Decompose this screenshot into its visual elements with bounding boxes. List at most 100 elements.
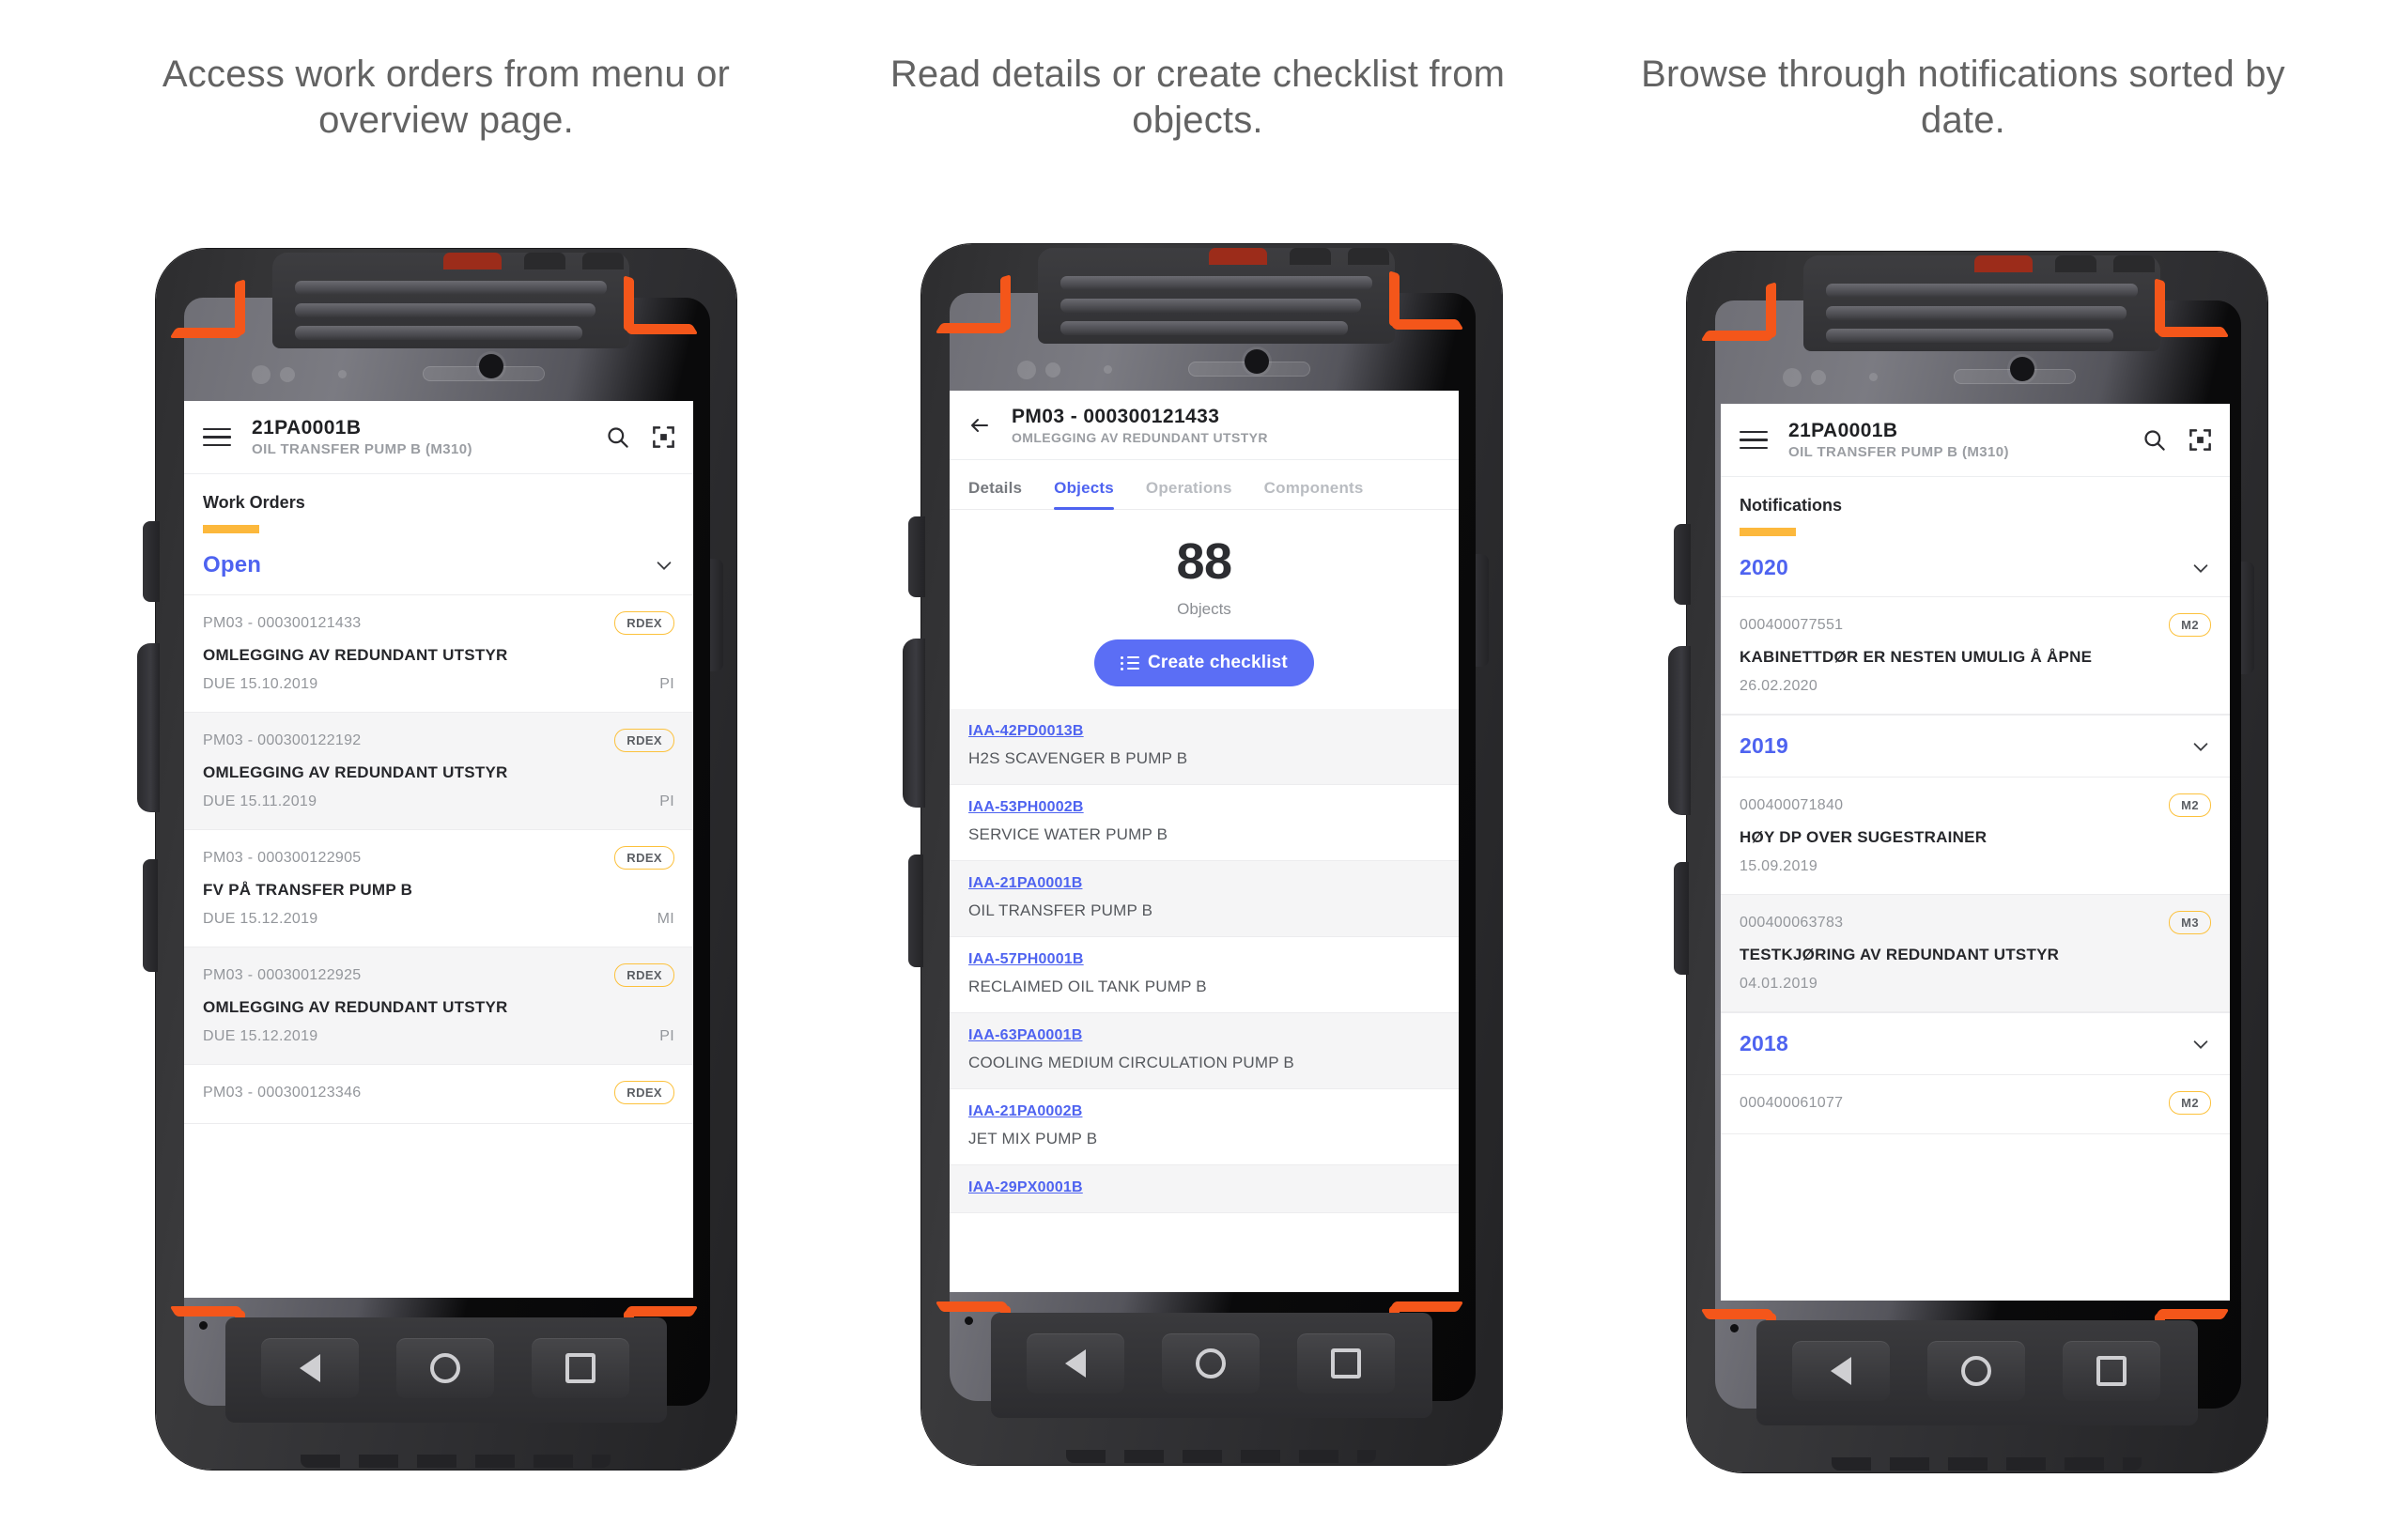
object-id-link[interactable]: IAA-21PA0002B	[968, 1103, 1440, 1120]
top-button-3[interactable]	[582, 253, 624, 270]
scan-icon[interactable]	[651, 424, 676, 450]
object-id-link[interactable]: IAA-53PH0002B	[968, 799, 1440, 816]
app-bar: PM03 - 000300121433 OMLEGGING AV REDUNDA…	[950, 391, 1459, 460]
notification-row[interactable]: 000400077551 M2 KABINETTDØR ER NESTEN UM…	[1721, 597, 2230, 715]
nav-home-button[interactable]	[1927, 1341, 2025, 1401]
orange-accent-top-right	[1369, 269, 1464, 342]
top-button-2[interactable]	[524, 253, 565, 270]
top-button-3[interactable]	[2113, 255, 2155, 272]
work-order-id: PM03 - 000300121433	[203, 614, 362, 631]
nav-recent-button[interactable]	[1297, 1333, 1395, 1394]
top-button-red[interactable]	[1974, 255, 2033, 272]
table-row[interactable]: PM03 - 000300121433 RDEX OMLEGGING AV RE…	[184, 595, 693, 713]
side-button-top[interactable]	[908, 516, 925, 597]
phone-top-cap	[272, 253, 629, 348]
search-icon[interactable]	[2142, 427, 2167, 453]
table-row[interactable]: PM03 - 000300122192 RDEX OMLEGGING AV RE…	[184, 713, 693, 830]
list-item[interactable]: IAA-53PH0002B SERVICE WATER PUMP B	[950, 785, 1459, 861]
scan-icon[interactable]	[2188, 427, 2213, 453]
create-checklist-button[interactable]: Create checklist	[1094, 639, 1314, 686]
object-id-link[interactable]: IAA-57PH0001B	[968, 951, 1440, 968]
chevron-down-icon[interactable]	[2190, 736, 2211, 757]
side-button-middle[interactable]	[137, 643, 160, 812]
year-group-2020[interactable]: 2020	[1721, 536, 2230, 597]
list-item[interactable]: IAA-29PX0001B	[950, 1165, 1459, 1213]
front-camera	[2010, 357, 2034, 381]
list-item[interactable]: IAA-21PA0002B JET MIX PUMP B	[950, 1089, 1459, 1165]
list-item[interactable]: IAA-57PH0001B RECLAIMED OIL TANK PUMP B	[950, 937, 1459, 1013]
page-subtitle: OMLEGGING AV REDUNDANT UTSTYR	[1012, 429, 1268, 445]
year-group-2019[interactable]: 2019	[1721, 715, 2230, 778]
side-button-middle[interactable]	[903, 639, 925, 808]
top-button-3[interactable]	[1348, 248, 1389, 265]
side-button-right[interactable]	[708, 559, 723, 671]
object-id-link[interactable]: IAA-29PX0001B	[968, 1179, 1440, 1196]
top-button-red[interactable]	[1209, 248, 1267, 265]
tab-operations[interactable]: Operations	[1146, 479, 1232, 509]
chevron-down-icon[interactable]	[2190, 558, 2211, 578]
object-id-link[interactable]: IAA-63PA0001B	[968, 1027, 1440, 1044]
tab-details[interactable]: Details	[968, 479, 1022, 509]
table-row[interactable]: PM03 - 000300122905 RDEX FV PÅ TRANSFER …	[184, 830, 693, 947]
recent-square-icon	[565, 1353, 596, 1383]
row-bottom: DUE 15.10.2019 PI	[203, 676, 674, 693]
table-row[interactable]: PM03 - 000300123346 RDEX	[184, 1065, 693, 1124]
tab-objects[interactable]: Objects	[1054, 479, 1114, 510]
nav-home-button[interactable]	[1162, 1333, 1260, 1394]
shell-ridge	[1826, 284, 2138, 298]
nav-recent-button[interactable]	[2063, 1341, 2160, 1401]
chevron-down-icon[interactable]	[654, 555, 674, 576]
shell-ridge	[1826, 306, 2127, 320]
app-bar-actions	[2142, 427, 2213, 453]
list-item[interactable]: IAA-42PD0013B H2S SCAVENGER B PUMP B	[950, 709, 1459, 785]
top-button-red[interactable]	[443, 253, 502, 270]
table-row[interactable]: PM03 - 000300122925 RDEX OMLEGGING AV RE…	[184, 947, 693, 1065]
search-icon[interactable]	[605, 424, 630, 450]
side-button-middle[interactable]	[1668, 646, 1691, 815]
nav-back-button[interactable]	[261, 1338, 359, 1398]
side-button-right[interactable]	[2239, 562, 2254, 674]
top-button-2[interactable]	[2055, 255, 2096, 272]
row-bottom: 26.02.2020	[1740, 678, 2211, 695]
notification-row[interactable]: 000400071840 M2 HØY DP OVER SUGESTRAINER…	[1721, 778, 2230, 895]
work-order-id: PM03 - 000300122905	[203, 849, 362, 866]
section-header: Work Orders	[184, 474, 693, 533]
notification-row[interactable]: 000400061077 M2	[1721, 1075, 2230, 1134]
row-top: PM03 - 000300121433 RDEX	[203, 611, 674, 635]
list-item[interactable]: IAA-63PA0001B COOLING MEDIUM CIRCULATION…	[950, 1013, 1459, 1089]
hardware-nav-bar	[991, 1313, 1432, 1418]
row-bottom: DUE 15.11.2019 PI	[203, 793, 674, 810]
side-button-top[interactable]	[143, 521, 160, 602]
nav-back-button[interactable]	[1792, 1341, 1890, 1401]
side-button-right[interactable]	[1474, 554, 1489, 667]
status-badge: M2	[2169, 613, 2211, 637]
side-button-top[interactable]	[1674, 524, 1691, 605]
hamburger-icon[interactable]	[203, 427, 231, 447]
chevron-down-icon[interactable]	[2190, 1034, 2211, 1055]
back-arrow-icon[interactable]	[968, 412, 991, 439]
row-top: 000400063783 M3	[1740, 911, 2211, 934]
nav-back-button[interactable]	[1027, 1333, 1124, 1394]
group-row-open[interactable]: Open	[184, 533, 693, 595]
year-group-2018[interactable]: 2018	[1721, 1012, 2230, 1075]
top-button-2[interactable]	[1290, 248, 1331, 265]
app-bar: 21PA0001B OIL TRANSFER PUMP B (M310)	[1721, 404, 2230, 477]
nav-recent-button[interactable]	[532, 1338, 629, 1398]
list-item[interactable]: IAA-21PA0001B OIL TRANSFER PUMP B	[950, 861, 1459, 937]
recent-square-icon	[1331, 1348, 1361, 1378]
notification-row[interactable]: 000400063783 M3 TESTKJØRING AV REDUNDANT…	[1721, 895, 2230, 1012]
row-top: PM03 - 000300122925 RDEX	[203, 963, 674, 987]
side-button-bottom[interactable]	[143, 859, 158, 972]
side-button-bottom[interactable]	[1674, 862, 1689, 975]
phone-device-2: PM03 - 000300121433 OMLEGGING AV REDUNDA…	[903, 235, 1517, 1484]
nav-home-button[interactable]	[396, 1338, 494, 1398]
object-id-link[interactable]: IAA-42PD0013B	[968, 723, 1440, 740]
hamburger-icon[interactable]	[1740, 430, 1768, 450]
side-button-bottom[interactable]	[908, 855, 923, 967]
front-camera	[1245, 349, 1269, 374]
accent-underline	[1740, 528, 1796, 536]
tab-components[interactable]: Components	[1264, 479, 1364, 509]
row-top: 000400071840 M2	[1740, 793, 2211, 817]
object-id-link[interactable]: IAA-21PA0001B	[968, 875, 1440, 892]
shell-ridge	[1060, 299, 1361, 313]
